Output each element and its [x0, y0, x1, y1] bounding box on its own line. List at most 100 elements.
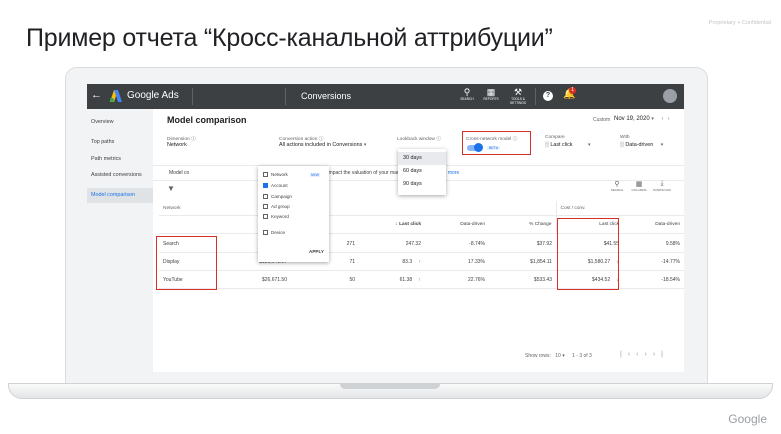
- sidebar-item-model-comparison[interactable]: Model comparison: [87, 188, 153, 203]
- conv-dd-cell: 61.38 ↑: [359, 270, 425, 289]
- cost-conv-header: Cost / conv.: [555, 201, 684, 216]
- compare-value: Last click: [550, 142, 573, 148]
- lookback-label-text: Lookback window: [397, 137, 435, 142]
- cross-network-label-text: Cross-network model: [466, 137, 512, 142]
- reports-tool-label: REPORTS: [483, 97, 499, 101]
- back-arrow-icon[interactable]: ←: [91, 89, 102, 101]
- sidebar: Overview Top paths Path metrics Assisted…: [87, 109, 153, 372]
- prev-page-icon[interactable]: ‹: [636, 351, 644, 358]
- help-circle-icon: ⓘ: [436, 137, 442, 142]
- search-columns-action[interactable]: ⚲ SEARCH: [606, 180, 628, 192]
- checkbox-checked[interactable]: [263, 183, 268, 189]
- notice-prefix: Model co: [169, 170, 190, 176]
- conv-change-cell: 17.33%: [425, 252, 489, 271]
- checkbox[interactable]: [263, 230, 268, 236]
- compare-select[interactable]: ░ Last click ▾: [545, 142, 591, 148]
- dimension-option-account[interactable]: Account: [263, 183, 288, 189]
- lookback-option-90[interactable]: 90 days: [398, 178, 446, 191]
- tools-settings-tool[interactable]: ⚒ TOOLS & SETTINGS: [504, 87, 532, 105]
- conv-last-click-label: Last click: [399, 222, 421, 227]
- columns-action-label: COLUMNS: [631, 188, 647, 192]
- laptop-notch: [340, 384, 440, 389]
- sidebar-item-top-paths[interactable]: Top paths: [91, 139, 114, 145]
- checkbox[interactable]: [263, 172, 268, 178]
- columns-action[interactable]: ▦ COLUMNS: [628, 180, 650, 192]
- conv-change-header[interactable]: % Change: [489, 215, 556, 234]
- dimension-option-device[interactable]: Device: [263, 230, 285, 236]
- dimension-option-keyword[interactable]: Keyword: [263, 214, 289, 220]
- beta-badge: BETA: [487, 146, 501, 150]
- filter-icon[interactable]: ▼: [167, 184, 175, 193]
- search-action-label: SEARCH: [610, 188, 624, 192]
- help-circle-icon: ⓘ: [512, 137, 518, 142]
- reports-tool[interactable]: ▦ REPORTS: [477, 87, 505, 101]
- download-action-label: DOWNLOAD: [653, 188, 671, 192]
- page-range: 1 - 3 of 3: [572, 353, 592, 359]
- columns-icon: ▦: [635, 181, 643, 188]
- wrench-icon: ⚒: [513, 87, 523, 97]
- dimension-option-label: Ad group: [271, 204, 290, 209]
- dimension-select[interactable]: Network: [167, 142, 187, 148]
- help-icon[interactable]: ?: [543, 91, 553, 101]
- app-topbar: ← Google Ads Conversions ⚲ SEARCH ▦ REPO…: [87, 84, 684, 109]
- dimension-option-label: Network: [271, 172, 288, 177]
- checkbox[interactable]: [263, 204, 268, 210]
- cost-cell: $26,671.50: [223, 270, 291, 289]
- conv-last-cell: 50: [291, 270, 359, 289]
- lookback-option-60[interactable]: 60 days: [398, 165, 446, 178]
- compare-label: Compare: [545, 135, 565, 140]
- conversion-action-value: All actions included in Conversions: [279, 142, 363, 148]
- chevron-left-icon[interactable]: ‹: [662, 116, 664, 122]
- network-column-highlight: [156, 236, 217, 290]
- dimension-option-network[interactable]: Network: [263, 172, 288, 178]
- sidebar-item-path-metrics[interactable]: Path metrics: [91, 156, 121, 162]
- conversions-header: Conversions: [290, 201, 556, 216]
- chart-bar-icon: ░: [620, 142, 624, 148]
- apply-button[interactable]: APPLY: [309, 249, 324, 254]
- cpa-last-cell: $1,854.11: [489, 252, 556, 271]
- checkbox[interactable]: [263, 214, 268, 220]
- network-header: Network: [159, 201, 223, 216]
- rows-per-page-select[interactable]: 10 ▾: [555, 353, 564, 359]
- reports-icon: ▦: [486, 87, 496, 97]
- cpa-last-cell: $533.43: [489, 270, 556, 289]
- lookback-label: Lookback window ⓘ: [397, 135, 441, 142]
- toggle-knob: [474, 143, 483, 152]
- help-circle-icon: ⓘ: [191, 137, 196, 142]
- arrow-up-icon: ↑: [418, 258, 422, 265]
- data-driven-highlight: [557, 218, 619, 290]
- download-action[interactable]: ⤓ DOWNLOAD: [651, 180, 673, 192]
- confidential-label: Proprietary + Confidential: [708, 20, 771, 26]
- next-page-icon[interactable]: ›: [645, 351, 653, 358]
- conv-change-cell: -8.74%: [425, 235, 489, 253]
- sidebar-item-assisted-conversions[interactable]: Assisted conversions: [91, 172, 142, 178]
- cross-network-toggle[interactable]: [467, 143, 483, 152]
- date-range-value: Nov 19, 2020: [614, 116, 650, 122]
- chevron-right-icon[interactable]: ›: [668, 116, 670, 122]
- dimension-option-campaign[interactable]: Campaign: [263, 194, 292, 200]
- topbar-divider: [535, 88, 536, 105]
- dimension-menu: Network NEW Account Campaign Ad group Ke…: [258, 166, 329, 262]
- cpa-change-cell: -14.77%: [623, 252, 684, 271]
- cpa-data-driven-header[interactable]: Data-driven: [623, 215, 684, 234]
- last-page-icon[interactable]: ›|: [653, 351, 669, 358]
- conversion-action-select[interactable]: All actions included in Conversions ▾: [279, 142, 366, 148]
- conv-dd-cell: 83.3 ↑: [359, 252, 425, 271]
- date-custom-label: Custom: [593, 117, 611, 123]
- date-range-picker[interactable]: Nov 19, 2020 ▾ ‹ ›: [614, 116, 670, 122]
- lookback-option-30[interactable]: 30 days: [398, 152, 446, 165]
- cpa-last-cell: $37.92: [489, 235, 556, 253]
- conv-data-driven-header[interactable]: Data-driven: [425, 215, 489, 234]
- avatar[interactable]: [663, 89, 677, 103]
- sidebar-item-overview[interactable]: Overview: [91, 119, 113, 125]
- conv-change-cell: 22.76%: [425, 270, 489, 289]
- first-page-icon[interactable]: |‹: [620, 351, 636, 358]
- dimension-option-ad-group[interactable]: Ad group: [263, 204, 290, 210]
- show-rows-label: Show rows:: [525, 353, 551, 359]
- google-footer-logo: Google: [728, 412, 767, 426]
- caret-down-icon: ▾: [363, 142, 367, 148]
- with-select[interactable]: ░ Data-driven ▾: [620, 142, 663, 148]
- topbar-divider: [285, 88, 286, 105]
- checkbox[interactable]: [263, 194, 268, 200]
- caret-down-icon: ▾: [588, 142, 591, 148]
